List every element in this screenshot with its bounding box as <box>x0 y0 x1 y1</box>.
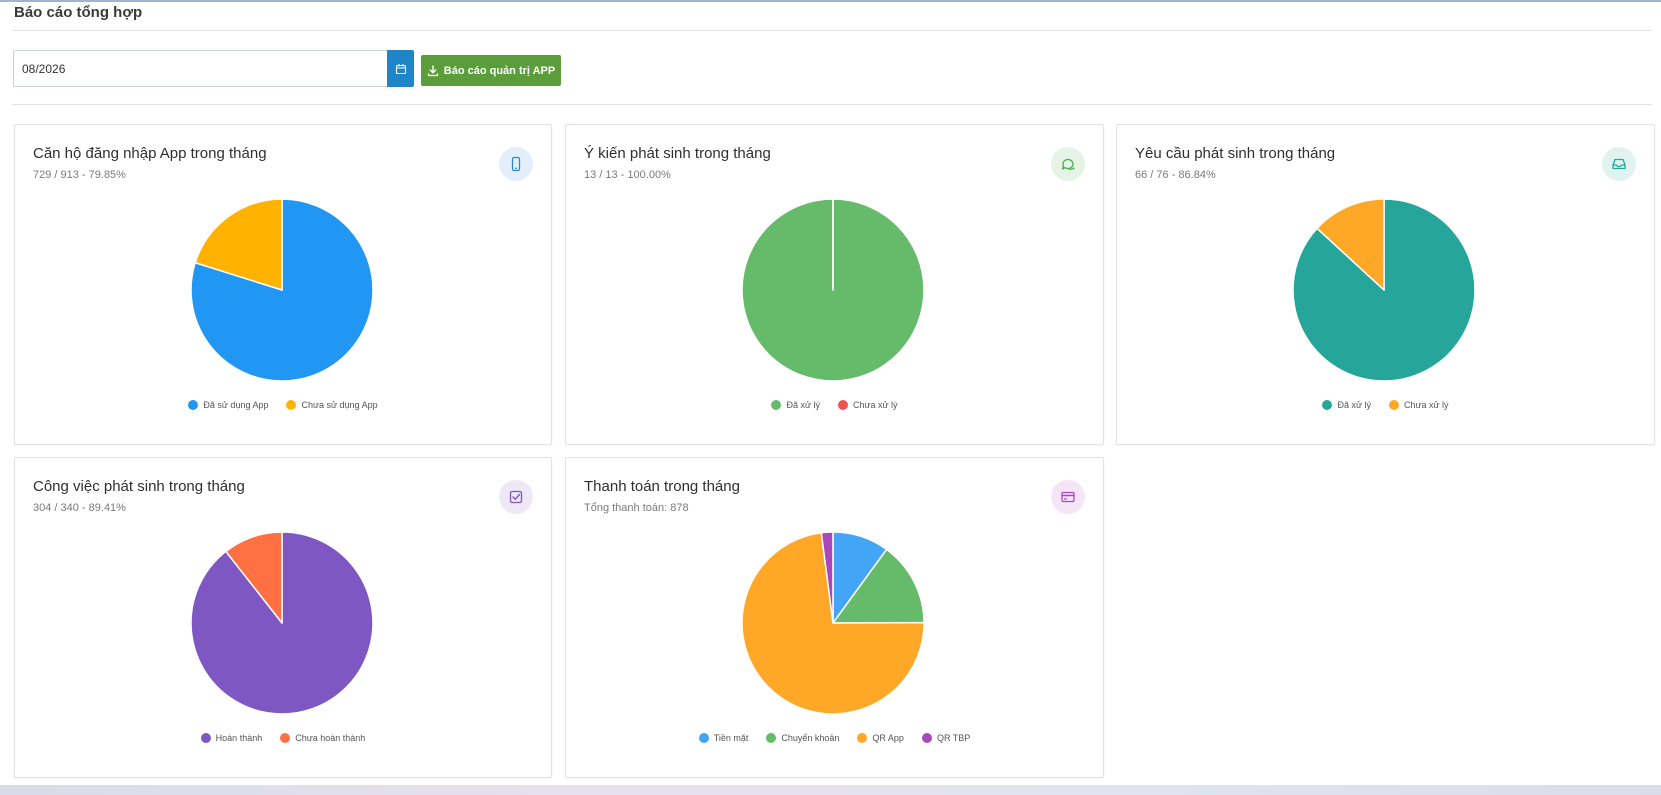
chat-icon <box>1061 158 1075 170</box>
legend-swatch <box>200 733 211 743</box>
inbox-icon <box>1612 158 1626 170</box>
export-report-button[interactable]: Báo cáo quản trị APP <box>421 55 561 86</box>
legend-item-da-xu-ly[interactable]: Đã xử lý <box>771 400 820 410</box>
legend-label: QR App <box>872 733 904 743</box>
export-button-label: Báo cáo quản trị APP <box>443 64 556 77</box>
calendar-button[interactable] <box>387 50 414 87</box>
card-subtitle: 13 / 13 - 100.00% <box>584 169 671 181</box>
card-feedback: Ý kiến phát sinh trong tháng 13 / 13 - 10… <box>565 124 1104 445</box>
legend-swatch <box>1388 400 1399 410</box>
legend-label: Đã xử lý <box>786 400 820 410</box>
legend-label: Chuyển khoản <box>781 733 840 743</box>
pie-chart <box>190 198 374 382</box>
calendar-icon <box>395 63 406 74</box>
card-title: Căn hộ đăng nhập App trong tháng <box>33 145 267 162</box>
legend-item-da-su-dung-app[interactable]: Đã sử dụng App <box>188 400 268 410</box>
legend-item-qr-app[interactable]: QR App <box>857 733 904 743</box>
legend-swatch <box>921 733 932 743</box>
card-title: Thanh toán trong tháng <box>584 478 740 495</box>
legend-label: Chưa hoàn thành <box>295 733 366 743</box>
legend-item-qr-tbp[interactable]: QR TBP <box>921 733 971 743</box>
legend-label: QR TBP <box>936 733 971 743</box>
legend-label: Tiền mặt <box>713 733 749 743</box>
legend-item-chua-su-dung-app[interactable]: Chưa sử dụng App <box>286 400 378 410</box>
legend-item-hoan-thanh[interactable]: Hoàn thành <box>200 733 263 743</box>
legend-label: Chưa xử lý <box>1403 400 1449 410</box>
card-requests: Yêu cầu phát sinh trong tháng 66 / 76 - 8… <box>1116 124 1655 445</box>
legend-swatch <box>857 733 868 743</box>
chart-legend: Tiền mặt Chuyển khoản QR App QR TBP <box>566 733 1103 743</box>
legend-swatch <box>766 733 777 743</box>
legend-swatch <box>698 733 709 743</box>
chart-legend: Hoàn thành Chưa hoàn thành <box>15 733 551 743</box>
legend-swatch <box>280 733 291 743</box>
pie-chart <box>1292 198 1476 382</box>
card-subtitle: 66 / 76 - 86.84% <box>1135 169 1216 181</box>
pie-chart <box>741 531 925 715</box>
legend-swatch <box>286 400 297 410</box>
top-border <box>0 0 1661 2</box>
legend-swatch <box>837 400 848 410</box>
card-icon-badge <box>499 480 533 514</box>
chart-legend: Đã sử dụng App Chưa sử dụng App <box>15 400 551 410</box>
card-subtitle: 729 / 913 - 79.85% <box>33 169 126 181</box>
legend-item-chua-hoan-thanh[interactable]: Chưa hoàn thành <box>280 733 365 743</box>
title-divider <box>12 30 1652 31</box>
download-icon <box>427 64 438 76</box>
legend-label: Hoàn thành <box>215 733 263 743</box>
smartphone-icon <box>511 156 521 172</box>
chart-legend: Đã xử lý Chưa xử lý <box>566 400 1103 410</box>
legend-label: Chưa sử dụng App <box>301 400 378 410</box>
card-icon-badge <box>1051 480 1085 514</box>
legend-label: Chưa xử lý <box>852 400 898 410</box>
card-icon-badge <box>499 147 533 181</box>
card-payments: Thanh toán trong tháng Tổng thanh toán: 8… <box>565 457 1104 778</box>
card-icon-badge <box>1051 147 1085 181</box>
chart-legend: Đã xử lý Chưa xử lý <box>1117 400 1654 410</box>
toolbar-divider <box>12 104 1652 105</box>
pie-chart <box>741 198 925 382</box>
credit-card-icon <box>1061 491 1075 503</box>
legend-swatch <box>1322 400 1333 410</box>
legend-item-da-xu-ly[interactable]: Đã xử lý <box>1322 400 1371 410</box>
card-title: Yêu cầu phát sinh trong tháng <box>1135 145 1336 162</box>
pie-chart <box>190 531 374 715</box>
month-input[interactable] <box>13 50 387 87</box>
card-title: Ý kiến phát sinh trong tháng <box>584 145 771 162</box>
legend-label: Đã xử lý <box>1337 400 1371 410</box>
legend-item-chua-xu-ly[interactable]: Chưa xử lý <box>837 400 898 410</box>
card-icon-badge <box>1602 147 1636 181</box>
legend-label: Đã sử dụng App <box>203 400 269 410</box>
card-tasks: Công việc phát sinh trong tháng 304 / 340… <box>14 457 552 778</box>
bottom-strip <box>0 785 1661 795</box>
legend-swatch <box>771 400 782 410</box>
checkbox-icon <box>509 490 523 504</box>
card-app-login: Căn hộ đăng nhập App trong tháng 729 / 91… <box>14 124 552 445</box>
legend-swatch <box>188 400 199 410</box>
legend-item-chua-xu-ly[interactable]: Chưa xử lý <box>1388 400 1449 410</box>
page-title: Báo cáo tổng hợp <box>14 4 143 21</box>
legend-item-chuyen-khoan[interactable]: Chuyển khoản <box>766 733 839 743</box>
legend-item-tien-mat[interactable]: Tiền mặt <box>698 733 749 743</box>
card-subtitle: Tổng thanh toán: 878 <box>584 502 689 514</box>
month-picker <box>13 50 414 87</box>
card-subtitle: 304 / 340 - 89.41% <box>33 502 126 514</box>
card-title: Công việc phát sinh trong tháng <box>33 478 245 495</box>
